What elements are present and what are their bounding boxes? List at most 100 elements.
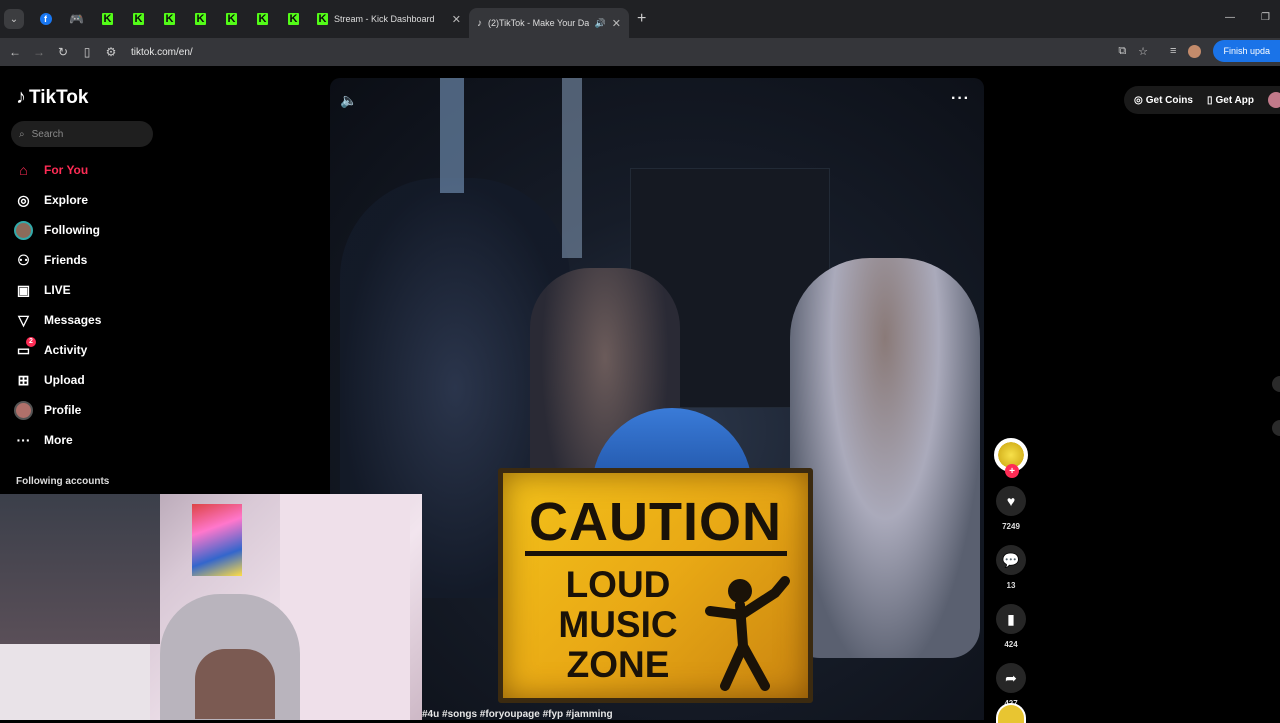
reading-list-icon[interactable]: ≡	[1170, 45, 1176, 57]
previous-video-arrow-icon[interactable]	[1272, 376, 1280, 392]
gamepad-icon: 🎮	[69, 12, 84, 26]
facebook-icon: f	[39, 13, 52, 25]
video-caption[interactable]: #4u #songs #foryoupage #fyp #jamming	[422, 709, 613, 720]
sidebar-item-label: Following	[44, 223, 100, 237]
tab-kick-dashboard[interactable]: K Stream - Kick Dashboard ✕	[309, 4, 469, 34]
next-video-arrow-icon[interactable]	[1272, 420, 1280, 436]
share-action[interactable]: ➦ 427	[996, 663, 1026, 708]
heart-icon[interactable]: ♥	[996, 486, 1026, 516]
audio-playing-icon[interactable]: 🔊	[595, 18, 606, 29]
pinned-tab-kick[interactable]: K	[92, 4, 123, 34]
webcam-background	[0, 644, 150, 720]
pinned-tab-kick[interactable]: K	[123, 4, 154, 34]
sidebar-item-friends[interactable]: ⚇ Friends	[14, 245, 214, 275]
activity-badge: 2	[26, 336, 36, 347]
finish-update-button[interactable]: Finish upda	[1213, 40, 1280, 62]
logo-text: TikTok	[29, 86, 89, 108]
comment-action[interactable]: 💬 13	[996, 545, 1026, 590]
sidebar-item-explore[interactable]: ◎ Explore	[14, 185, 214, 215]
more-options-icon[interactable]: ···	[951, 90, 970, 108]
kick-icon: K	[102, 13, 113, 25]
tab-search-button[interactable]: ⌄	[4, 9, 24, 29]
close-tab-icon[interactable]: ✕	[452, 13, 461, 26]
split-view-icon[interactable]: ▯	[75, 45, 99, 59]
messages-icon: ▽	[18, 311, 29, 328]
sidebar-item-label: Upload	[44, 373, 85, 387]
sidebar-item-label: LIVE	[44, 283, 71, 297]
follow-plus-icon[interactable]: +	[1005, 464, 1019, 478]
pinned-tab-kick[interactable]: K	[278, 4, 309, 34]
get-coins-button[interactable]: ◎ Get Coins	[1134, 95, 1201, 106]
install-app-icon[interactable]: ⧉	[1118, 45, 1126, 58]
tab-tiktok[interactable]: ♪ (2)TikTok - Make Your Day 🔊 ✕	[469, 8, 629, 38]
restore-icon[interactable]: ❐	[1261, 12, 1270, 23]
sidebar-item-more[interactable]: ··· More	[14, 425, 214, 455]
video-frame	[562, 78, 582, 258]
window-controls: — ❐	[1225, 12, 1270, 23]
new-tab-button[interactable]: +	[637, 10, 646, 28]
sidebar-item-label: Messages	[44, 313, 102, 327]
forward-icon[interactable]: →	[27, 45, 51, 59]
bookmark-star-icon[interactable]: ☆	[1138, 45, 1148, 58]
sidebar-item-for-you[interactable]: ⌂ For You	[14, 155, 214, 185]
minimize-icon[interactable]: —	[1225, 12, 1235, 23]
sidebar-item-label: More	[44, 433, 73, 447]
creator-avatar[interactable]: +	[994, 438, 1028, 478]
comment-icon[interactable]: 💬	[996, 545, 1026, 575]
webcam-overlay	[0, 494, 422, 720]
kick-icon: K	[133, 13, 144, 25]
volume-icon[interactable]: 🔈	[340, 92, 357, 109]
webcam-background	[0, 494, 160, 644]
save-count: 424	[1004, 640, 1018, 649]
tiktok-note-icon: ♪	[16, 86, 26, 108]
sign-line-3: ZONE	[566, 644, 670, 685]
sign-text: LOUD MUSIC ZONE	[543, 565, 693, 685]
dancing-figure-icon	[705, 576, 790, 691]
sidebar-item-activity[interactable]: ▭ 2 Activity	[14, 335, 214, 365]
video-player[interactable]: 🔈 ··· CAUTION LOUD MUSIC ZONE	[330, 78, 984, 720]
back-icon[interactable]: ←	[3, 45, 27, 59]
site-info-icon[interactable]: ⚙	[99, 45, 123, 59]
pinned-tab-kick[interactable]: K	[216, 4, 247, 34]
friends-icon: ⚇	[17, 251, 30, 268]
comment-count: 13	[1006, 581, 1016, 590]
pinned-tab-kick[interactable]: K	[154, 4, 185, 34]
pinned-tab-kick[interactable]: K	[247, 4, 278, 34]
top-right-actions: ◎ Get Coins ▯ Get App	[1124, 86, 1280, 114]
following-avatar	[14, 220, 33, 240]
kick-icon: K	[288, 13, 299, 25]
bookmark-icon[interactable]: ▮	[996, 604, 1026, 634]
webcam-background	[192, 504, 242, 576]
action-rail: + ♥ 7249 💬 13 ▮ 424 ➦ 427	[994, 438, 1028, 708]
coin-icon: ◎	[1134, 94, 1143, 106]
pinned-tab-game[interactable]: 🎮	[61, 4, 92, 34]
kick-icon: K	[195, 13, 206, 25]
like-action[interactable]: ♥ 7249	[996, 486, 1026, 531]
sidebar-item-upload[interactable]: ⊞ Upload	[14, 365, 214, 395]
tiktok-icon: ♪	[477, 17, 482, 29]
user-avatar[interactable]	[1268, 92, 1280, 108]
save-action[interactable]: ▮ 424	[996, 604, 1026, 649]
get-app-button[interactable]: ▯ Get App	[1207, 95, 1262, 106]
webcam-person	[195, 649, 275, 719]
url-text[interactable]: tiktok.com/en/	[131, 47, 193, 58]
share-icon[interactable]: ➦	[996, 663, 1026, 693]
close-tab-icon[interactable]: ✕	[612, 17, 621, 30]
sign-divider	[525, 551, 787, 556]
sidebar-item-following[interactable]: Following	[14, 215, 214, 245]
sidebar-item-live[interactable]: ▣ LIVE	[14, 275, 214, 305]
sidebar-item-label: For You	[44, 163, 89, 177]
kick-icon: K	[226, 13, 237, 25]
sidebar-menu: ⌂ For You ◎ Explore Following ⚇ Friends …	[14, 155, 214, 455]
profile-avatar[interactable]	[1188, 44, 1202, 58]
sidebar-item-messages[interactable]: ▽ Messages	[14, 305, 214, 335]
tab-title: Stream - Kick Dashboard	[334, 14, 435, 24]
more-icon: ···	[16, 432, 31, 448]
sidebar-item-profile[interactable]: Profile	[14, 395, 214, 425]
reload-icon[interactable]: ↻	[51, 45, 75, 59]
live-icon: ▣	[16, 281, 31, 298]
pinned-tab-kick[interactable]: K	[185, 4, 216, 34]
tiktok-logo[interactable]: ♪ TikTok	[16, 86, 88, 109]
search-input[interactable]: ⌕ Search	[11, 121, 153, 147]
pinned-tab-facebook[interactable]: f	[30, 4, 61, 34]
